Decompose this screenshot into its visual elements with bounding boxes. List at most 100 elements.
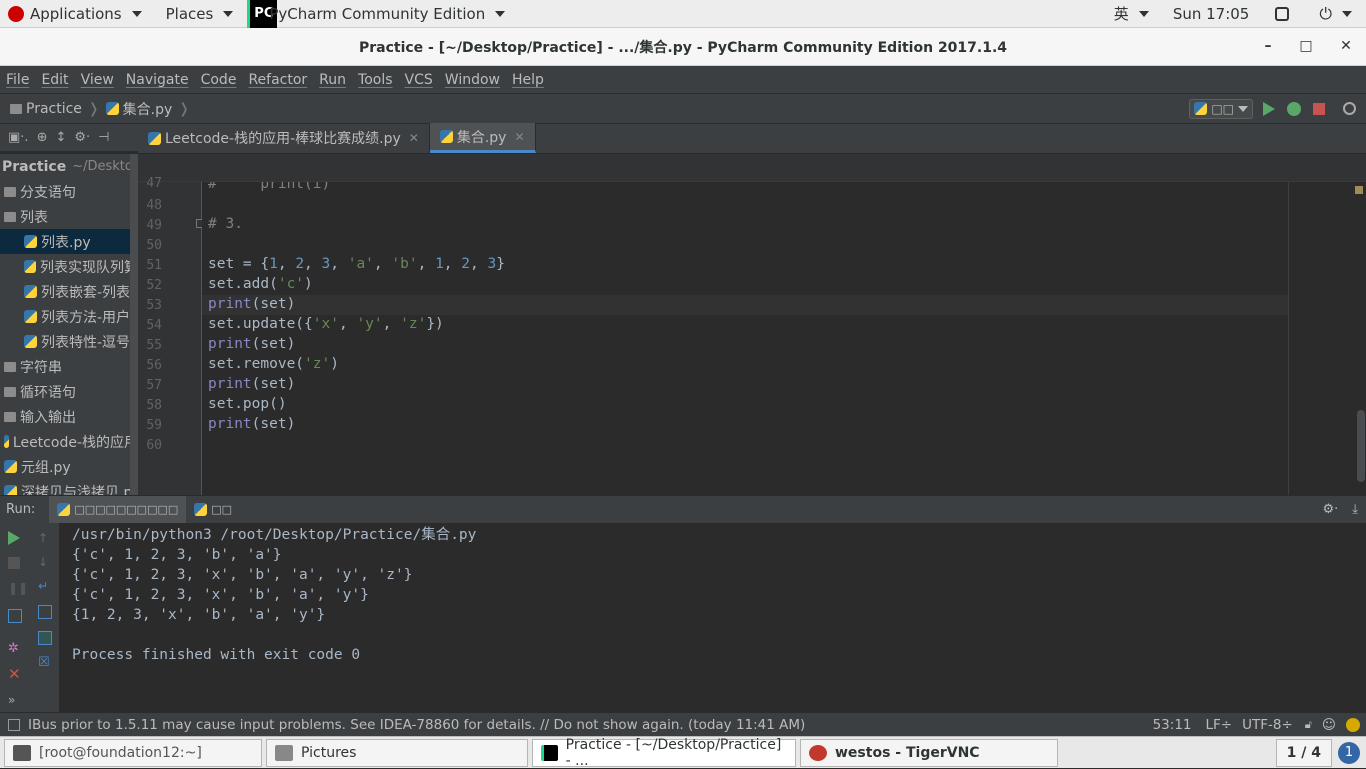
rerun-icon[interactable] xyxy=(8,531,20,545)
tree-item-folder[interactable]: 列表 xyxy=(0,204,138,229)
tree-item-folder[interactable]: 循环语句 xyxy=(0,379,138,404)
clear-all-trash-icon[interactable]: ☒ xyxy=(38,655,52,670)
tree-item-folder[interactable]: 分支语句 xyxy=(0,179,138,204)
menu-tools[interactable]: Tools xyxy=(352,72,399,88)
task-pictures[interactable]: Pictures xyxy=(266,738,528,767)
maximize-button[interactable]: □ xyxy=(1296,36,1316,56)
status-message[interactable]: IBus prior to 1.5.11 may cause input pro… xyxy=(28,717,805,733)
python-file-icon xyxy=(4,460,17,473)
inspection-marker-icon[interactable] xyxy=(1355,186,1363,194)
tree-item-file[interactable]: 深拷贝与浅拷贝.p xyxy=(0,479,138,495)
app-menu[interactable]: PC PyCharm Community Edition xyxy=(243,0,513,28)
print-icon[interactable] xyxy=(38,631,52,645)
tab-jihe[interactable]: 集合.py ✕ xyxy=(429,123,536,153)
input-method-menu[interactable]: 英 xyxy=(1106,0,1157,28)
toggle-tool-windows-icon[interactable] xyxy=(8,718,20,731)
scroll-to-end-icon[interactable] xyxy=(38,605,52,619)
restore-layout-icon[interactable] xyxy=(8,609,22,623)
scroll-down-icon[interactable]: ↓ xyxy=(38,555,52,569)
run-console[interactable]: /usr/bin/python3 /root/Desktop/Practice/… xyxy=(60,523,1366,712)
caret-position[interactable]: 53:11 xyxy=(1153,717,1192,733)
line-number: 47 xyxy=(146,176,162,191)
hide-run-panel-icon[interactable]: ⤓ xyxy=(1352,502,1358,517)
line-number: 49 xyxy=(146,218,162,233)
event-log-icon[interactable] xyxy=(1346,717,1360,732)
python-file-icon xyxy=(24,235,37,248)
folder-icon xyxy=(4,361,16,372)
run-panel-label: Run: xyxy=(6,502,36,517)
settings-gear-icon[interactable]: ⚙· xyxy=(74,130,90,145)
project-view-icon[interactable]: ▣·. xyxy=(8,130,29,145)
more-icon[interactable]: » xyxy=(8,693,22,707)
tab-leetcode[interactable]: Leetcode-栈的应用-棒球比赛成绩.py ✕ xyxy=(138,123,430,153)
task-vnc[interactable]: westos - TigerVNC xyxy=(800,738,1058,767)
close-run-icon[interactable]: ✕ xyxy=(8,665,22,683)
power-menu[interactable]: ⏻ xyxy=(1311,0,1360,28)
tree-item-file[interactable]: 列表特性-逗号 xyxy=(0,329,138,354)
task-terminal[interactable]: [root@foundation12:~] xyxy=(4,738,262,767)
code-line: set.add('c') xyxy=(208,276,313,292)
close-tab-icon[interactable]: ✕ xyxy=(409,131,419,145)
tree-item-label: 深拷贝与浅拷贝.p xyxy=(21,484,133,496)
menu-window[interactable]: Window xyxy=(439,72,506,88)
stop-run-icon[interactable] xyxy=(8,557,20,569)
menu-refactor[interactable]: Refactor xyxy=(242,72,313,88)
minimize-button[interactable]: – xyxy=(1258,36,1278,56)
hide-panel-icon[interactable]: ⊣ xyxy=(98,130,109,145)
menu-run[interactable]: Run xyxy=(313,72,352,88)
soft-wrap-icon[interactable]: ↵ xyxy=(38,579,52,593)
editor-scrollbar[interactable] xyxy=(1357,410,1365,482)
places-label: Places xyxy=(165,4,214,23)
debug-icon[interactable] xyxy=(1287,101,1301,116)
lock-icon[interactable]: 🔓︎ xyxy=(1305,718,1312,732)
tree-item-file[interactable]: 列表实现队列算 xyxy=(0,254,138,279)
menu-code[interactable]: Code xyxy=(195,72,243,88)
menu-navigate[interactable]: Navigate xyxy=(120,72,195,88)
menu-help[interactable]: Help xyxy=(506,72,550,88)
tree-item-label: 列表实现队列算 xyxy=(40,259,138,276)
breadcrumb-file[interactable]: 集合.py xyxy=(123,99,173,119)
line-separator[interactable]: LF÷ xyxy=(1206,717,1233,733)
notification-info-icon[interactable]: 1 xyxy=(1338,741,1360,764)
search-everywhere-icon[interactable] xyxy=(1343,102,1356,115)
pause-icon[interactable]: ❚❚ xyxy=(8,581,28,595)
run-settings-gear-icon[interactable]: ⚙· xyxy=(1322,502,1338,517)
pin-icon[interactable]: ✲ xyxy=(8,641,22,656)
stop-icon[interactable] xyxy=(1313,102,1325,115)
clock[interactable]: Sun 17:05 xyxy=(1165,0,1258,28)
window-titlebar: Practice - [~/Desktop/Practice] - .../集合… xyxy=(0,28,1366,66)
screen-icon[interactable] xyxy=(1267,0,1297,28)
tree-item-file[interactable]: Leetcode-栈的应用 xyxy=(0,429,138,454)
task-pycharm[interactable]: Practice - [~/Desktop/Practice] - ... xyxy=(532,737,796,769)
tree-item-file[interactable]: 元组.py xyxy=(0,454,138,479)
file-encoding[interactable]: UTF-8÷ xyxy=(1242,717,1293,733)
tree-item-folder[interactable]: 输入输出 xyxy=(0,404,138,429)
run-config-select[interactable]: □□ xyxy=(1189,98,1253,119)
tree-item-file[interactable]: 列表.py xyxy=(0,229,138,254)
tree-root[interactable]: Practice ~/Desktop/P xyxy=(0,154,138,179)
collapse-all-icon[interactable]: ↕ xyxy=(55,130,66,145)
tree-item-folder[interactable]: 字符串 xyxy=(0,354,138,379)
breadcrumb-project[interactable]: Practice xyxy=(26,101,82,117)
scroll-up-icon[interactable]: ↑ xyxy=(38,531,52,545)
run-tab-2[interactable]: □□ xyxy=(186,496,240,524)
menu-file[interactable]: File xyxy=(0,72,35,88)
project-tree-scrollbar[interactable] xyxy=(130,154,138,495)
code-editor[interactable]: # print(i) # 3. set = {1, 2, 3, 'a', 'b'… xyxy=(202,182,1288,495)
tree-item-file[interactable]: 列表嵌套-列表 xyxy=(0,279,138,304)
tree-item-file[interactable]: 列表方法-用户 xyxy=(0,304,138,329)
tree-item-label: 循环语句 xyxy=(20,384,76,401)
run-icon[interactable] xyxy=(1263,101,1275,116)
menu-view[interactable]: View xyxy=(75,72,120,88)
menu-edit[interactable]: Edit xyxy=(35,72,74,88)
places-menu[interactable]: Places xyxy=(158,0,242,28)
inspector-icon[interactable]: ☺ xyxy=(1322,717,1336,733)
scroll-from-source-icon[interactable]: ⊕ xyxy=(37,130,48,145)
menu-vcs[interactable]: VCS xyxy=(399,72,439,88)
top-panel: Applications Places PC PyCharm Community… xyxy=(0,0,1366,28)
applications-menu[interactable]: Applications xyxy=(0,0,150,28)
close-window-button[interactable]: ✕ xyxy=(1336,36,1356,56)
run-tab-1[interactable]: □□□□□□□□□□ xyxy=(49,495,187,524)
close-tab-icon[interactable]: ✕ xyxy=(514,130,524,144)
workspace-switcher[interactable]: 1 / 4 xyxy=(1275,738,1332,767)
